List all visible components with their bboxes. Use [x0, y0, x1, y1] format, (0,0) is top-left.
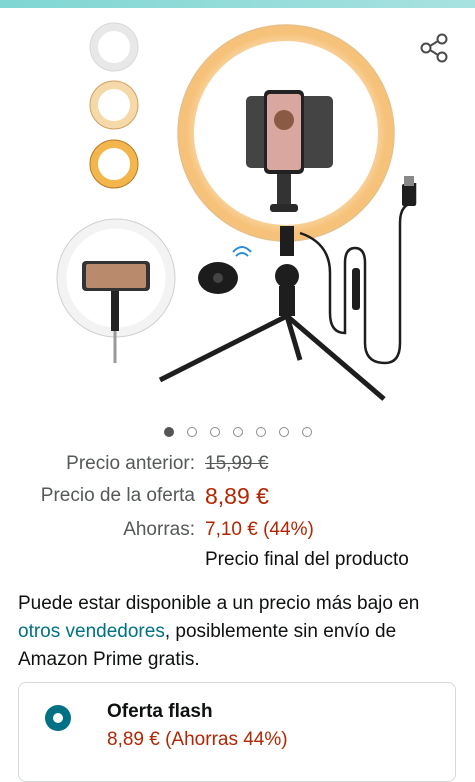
offer-radio-selected[interactable] — [45, 705, 71, 731]
deal-price-row: Precio de la oferta 8,89 € — [0, 481, 475, 511]
gallery-dot-5[interactable] — [255, 427, 266, 437]
gallery-pagination — [0, 424, 475, 440]
ring-light-product-image — [56, 22, 417, 401]
product-image-gallery[interactable] — [0, 8, 475, 420]
savings-value: 7,10 € (44%) — [205, 519, 314, 540]
availability-note: Puede estar disponible a un precio más b… — [18, 590, 458, 674]
savings-label: Ahorras: — [123, 519, 195, 540]
previous-price-row: Precio anterior: 15,99 € — [0, 449, 475, 479]
savings-row: Ahorras: 7,10 € (44%) — [0, 515, 475, 545]
flash-offer-card[interactable]: Oferta flash 8,89 € (Ahorras 44%) — [18, 682, 456, 782]
offer-price: 8,89 € (Ahorras 44%) — [107, 729, 288, 750]
gallery-dot-6[interactable] — [278, 427, 289, 437]
final-price-note: Precio final del producto — [205, 549, 409, 570]
gallery-dot-7[interactable] — [301, 427, 312, 437]
previous-price-value: 15,99 € — [205, 453, 269, 474]
gallery-dot-3[interactable] — [209, 427, 220, 437]
top-accent-bar — [0, 0, 475, 8]
gallery-dot-4[interactable] — [232, 427, 243, 437]
deal-price-label: Precio de la oferta — [40, 485, 195, 506]
availability-text-before: Puede estar disponible a un precio más b… — [18, 593, 420, 614]
previous-price-label: Precio anterior: — [66, 453, 195, 474]
gallery-dot-2[interactable] — [186, 427, 197, 437]
gallery-dot-1[interactable] — [163, 427, 174, 437]
deal-price-value: 8,89 € — [205, 483, 269, 509]
other-sellers-link[interactable]: otros vendedores — [18, 621, 165, 642]
share-icon[interactable] — [418, 32, 450, 64]
offer-title: Oferta flash — [107, 701, 213, 722]
